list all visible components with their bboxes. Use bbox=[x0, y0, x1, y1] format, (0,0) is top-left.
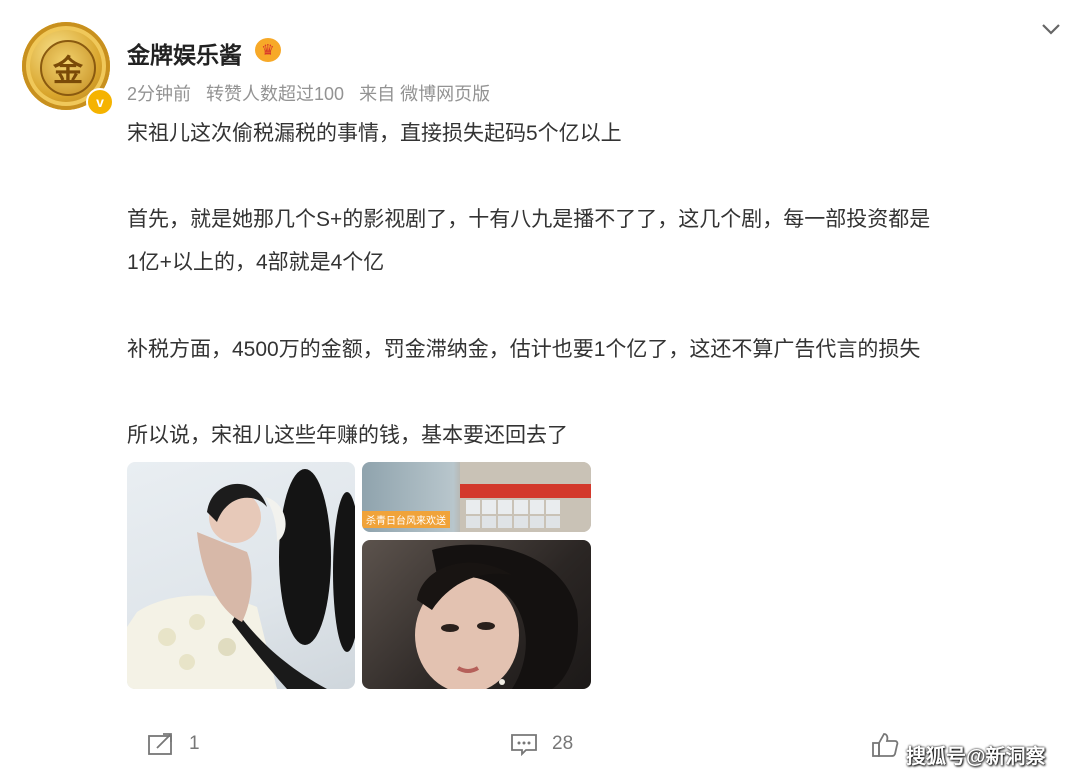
avatar-coin: 金 bbox=[40, 40, 96, 96]
verified-badge: v bbox=[86, 88, 114, 116]
repost-button[interactable]: 1 bbox=[147, 732, 200, 756]
reposts-note: 转赞人数超过100 bbox=[206, 84, 345, 104]
post-source: 来自 微博网页版 bbox=[359, 84, 491, 104]
post-image-portrait[interactable] bbox=[127, 462, 355, 689]
username[interactable]: 金牌娱乐酱 bbox=[127, 36, 242, 70]
post-text-line: 补税方面，4500万的金额，罚金滞纳金，估计也要1个亿了，这还不算广告代言的损失 bbox=[127, 338, 921, 361]
post-image-closeup[interactable] bbox=[362, 540, 591, 689]
comment-button[interactable]: 28 bbox=[510, 732, 573, 756]
post-text-line: 1亿+以上的，4部就是4个亿 bbox=[127, 251, 385, 274]
image-caption: 杀青日台风来欢送 bbox=[362, 511, 450, 528]
thumbs-up-icon bbox=[872, 733, 899, 757]
post-text-line: 所以说，宋祖儿这些年赚的钱，基本要还回去了 bbox=[127, 424, 568, 447]
watermark: 搜狐号@新洞察 bbox=[906, 746, 1046, 768]
crown-icon[interactable]: ♛ bbox=[255, 38, 281, 62]
post-time[interactable]: 2分钟前 bbox=[127, 84, 191, 104]
chevron-down-icon[interactable] bbox=[1040, 18, 1062, 40]
post-image-banner[interactable]: 杀青日台风来欢送 bbox=[362, 462, 591, 532]
repost-icon bbox=[148, 733, 172, 755]
comment-icon bbox=[511, 734, 537, 756]
comment-count: 28 bbox=[552, 733, 574, 754]
post-text-line: 首先，就是她那几个S+的影视剧了，十有八九是播不了了，这几个剧，每一部投资都是 bbox=[127, 208, 931, 231]
post-text-line: 宋祖儿这次偷税漏税的事情，直接损失起码5个亿以上 bbox=[127, 122, 622, 145]
post-meta: 2分钟前 转赞人数超过100 来自 微博网页版 bbox=[127, 80, 500, 106]
repost-count: 1 bbox=[189, 733, 200, 754]
